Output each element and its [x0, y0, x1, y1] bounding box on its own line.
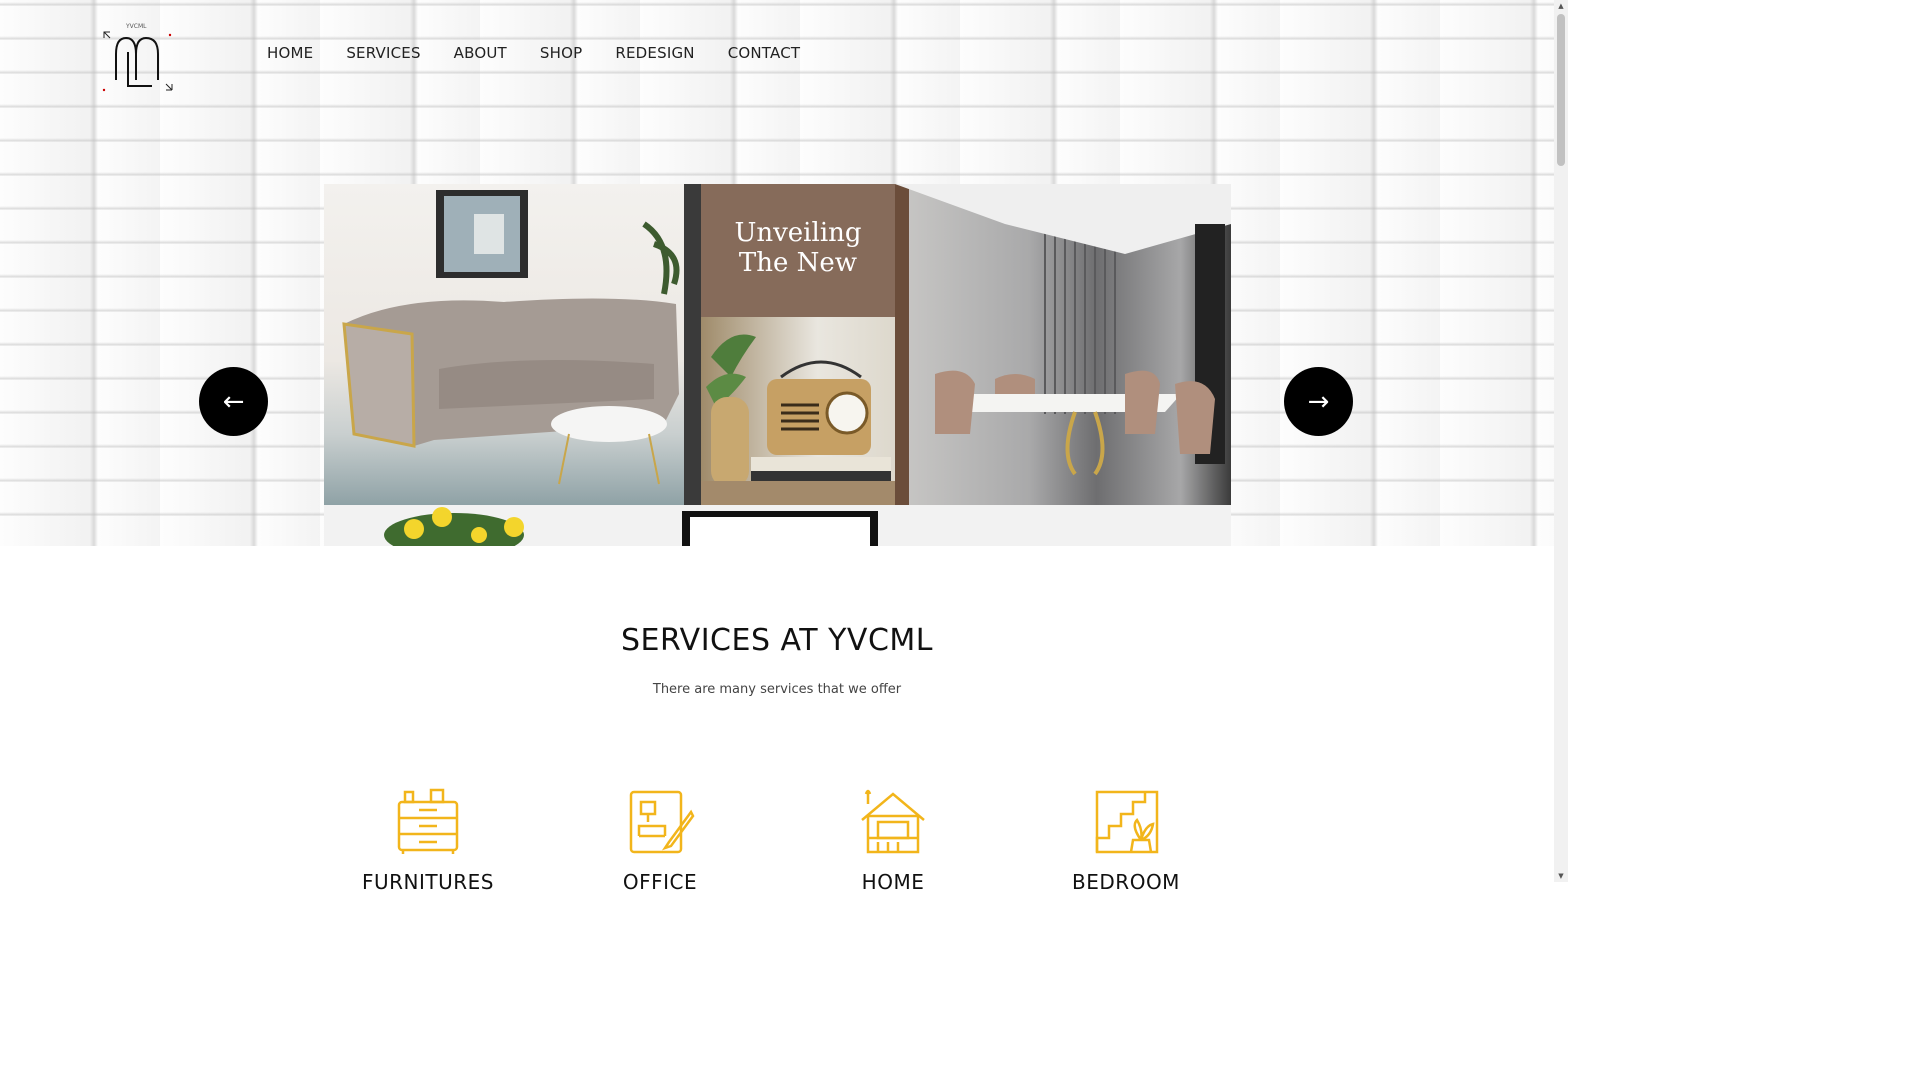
services-subtitle: There are many services that we offer [652, 682, 902, 697]
scroll-down-arrow-icon[interactable]: ▼ [1557, 872, 1565, 880]
carousel-prev-button[interactable]: ← [199, 367, 268, 436]
service-bedroom[interactable]: BEDROOM [1046, 786, 1206, 894]
hero-section: YVCML HOME SERVICES ABOUT SHOP REDESIGN … [0, 0, 1554, 546]
unveiling-line-2: The New [738, 248, 858, 278]
scroll-up-arrow-icon[interactable]: ▲ [1557, 2, 1565, 10]
arrow-right-icon: → [1307, 386, 1330, 417]
service-office[interactable]: OFFICE [580, 786, 740, 894]
stairs-plant-icon [1095, 790, 1159, 854]
nav-home[interactable]: HOME [267, 44, 313, 62]
bottom-photo-strip [324, 505, 1231, 546]
unveiling-line-1: Unveiling [734, 218, 862, 248]
page-scrollbar[interactable]: ▲ ▼ [1554, 0, 1568, 882]
service-label: HOME [861, 870, 925, 894]
service-label: FURNITURES [362, 870, 494, 894]
unveiling-text: Unveiling The New [701, 218, 895, 278]
dining-photo [895, 184, 1231, 505]
main-nav: HOME SERVICES ABOUT SHOP REDESIGN CONTAC… [267, 44, 833, 62]
nav-shop[interactable]: SHOP [540, 44, 582, 62]
carousel-next-button[interactable]: → [1284, 367, 1353, 436]
nav-about[interactable]: ABOUT [454, 44, 507, 62]
service-label: BEDROOM [1072, 870, 1180, 894]
nav-services[interactable]: SERVICES [346, 44, 420, 62]
hero-collage: Unveiling The New [324, 184, 1231, 546]
service-furnitures[interactable]: FURNITURES [348, 786, 508, 894]
logo-mark-icon: YVCML [102, 23, 173, 92]
nav-contact[interactable]: CONTACT [728, 44, 801, 62]
nav-redesign[interactable]: REDESIGN [615, 44, 694, 62]
services-title: SERVICES AT YVCML [620, 623, 933, 658]
home-icon [861, 789, 925, 854]
office-design-icon [629, 790, 695, 854]
radio-photo [701, 317, 895, 505]
arrow-left-icon: ← [222, 386, 245, 417]
logo[interactable]: YVCML [100, 22, 176, 96]
scrollbar-thumb[interactable] [1557, 14, 1565, 166]
living-room-photo [324, 184, 701, 505]
logo-text: YVCML [125, 23, 147, 30]
service-home[interactable]: HOME [813, 786, 973, 894]
cabinet-icon [397, 788, 459, 854]
service-label: OFFICE [622, 870, 698, 894]
